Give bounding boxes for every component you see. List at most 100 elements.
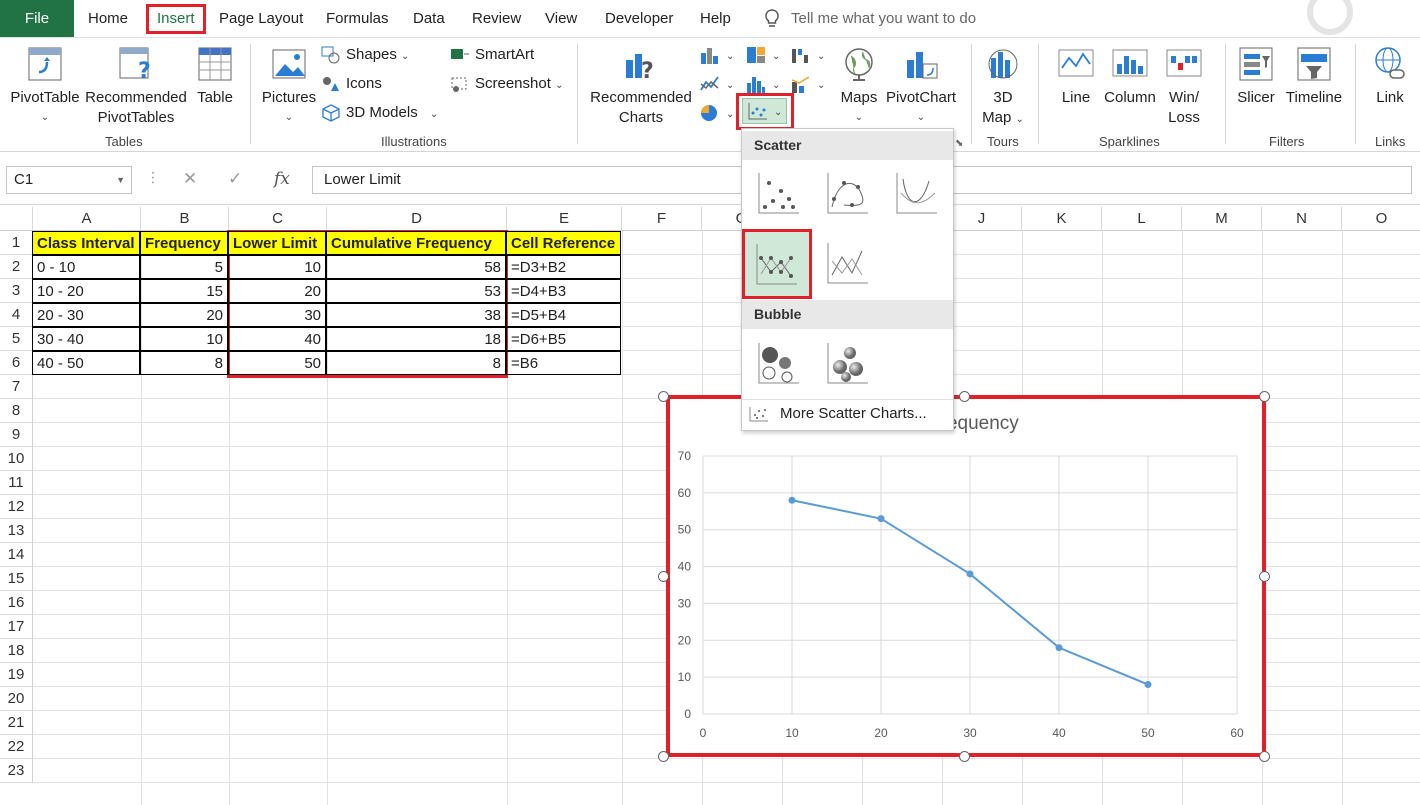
row-header-3[interactable]: 3 [0,279,33,303]
row-header-8[interactable]: 8 [0,399,33,423]
maps-button[interactable]: Maps ⌄ [838,46,880,128]
chevron-down-icon[interactable]: ▼ [116,167,125,193]
row-header-22[interactable]: 22 [0,735,33,759]
column-header-c[interactable]: C [229,207,327,231]
more-options-icon[interactable]: ⋮ [146,169,160,186]
row-header-15[interactable]: 15 [0,567,33,591]
resize-handle[interactable] [1259,751,1270,762]
smartart-button[interactable]: SmartArt [450,44,534,66]
icons-button[interactable]: Icons [321,73,382,95]
pivottable-button[interactable]: PivotTable ⌄ [10,46,80,128]
recommended-pivottables-button[interactable]: ? Recommended PivotTables [84,46,188,128]
row-header-11[interactable]: 11 [0,471,33,495]
resize-handle[interactable] [658,751,669,762]
column-header-o[interactable]: O [1342,207,1420,231]
cell-e4[interactable]: =D5+B4 [506,303,621,327]
resize-handle[interactable] [959,751,970,762]
row-header-23[interactable]: 23 [0,759,33,783]
row-header-16[interactable]: 16 [0,591,33,615]
row-header-21[interactable]: 21 [0,711,33,735]
dialog-launcher-icon[interactable]: ⬊ [955,138,963,149]
row-header-14[interactable]: 14 [0,543,33,567]
sparkline-line-button[interactable]: Line [1054,46,1098,108]
timeline-button[interactable]: Timeline [1282,46,1346,108]
table-button[interactable]: Table [193,46,237,108]
cell-c1[interactable]: Lower Limit [228,231,326,255]
cell-b4[interactable]: 20 [140,303,228,327]
column-chart-button[interactable]: ⌄ [699,44,734,66]
pictures-button[interactable]: Pictures ⌄ [260,46,318,128]
line-chart-button[interactable]: ⌄ [699,73,734,95]
row-header-4[interactable]: 4 [0,303,33,327]
cell-d6[interactable]: 8 [326,351,506,375]
cell-d5[interactable]: 18 [326,327,506,351]
cell-a4[interactable]: 20 - 30 [32,303,140,327]
row-header-20[interactable]: 20 [0,687,33,711]
cell-d1[interactable]: Cumulative Frequency [326,231,506,255]
tab-page-layout[interactable]: Page Layout [219,0,303,37]
row-header-17[interactable]: 17 [0,615,33,639]
tab-view[interactable]: View [545,0,577,37]
column-header-l[interactable]: L [1102,207,1182,231]
tab-home[interactable]: Home [88,0,128,37]
statistic-chart-button[interactable]: ⌄ [745,73,780,95]
cell-b2[interactable]: 5 [140,255,228,279]
cell-c5[interactable]: 40 [228,327,326,351]
hierarchy-chart-button[interactable]: ⌄ [745,44,780,66]
column-header-b[interactable]: B [141,207,229,231]
column-header-e[interactable]: E [507,207,622,231]
cell-a5[interactable]: 30 - 40 [32,327,140,351]
resize-handle[interactable] [658,571,669,582]
resize-handle[interactable] [959,391,970,402]
tab-help[interactable]: Help [700,0,731,37]
resize-handle[interactable] [1259,391,1270,402]
tab-review[interactable]: Review [472,0,521,37]
column-header-k[interactable]: K [1022,207,1102,231]
sparkline-winloss-button[interactable]: Win/ Loss [1162,46,1206,128]
cell-c6[interactable]: 50 [228,351,326,375]
tab-data[interactable]: Data [413,0,445,37]
scatter-straight-lines-icon[interactable] [824,239,872,287]
row-header-10[interactable]: 10 [0,447,33,471]
combo-chart-button[interactable]: ⌄ [790,73,825,95]
pivotchart-button[interactable]: PivotChart ⌄ [884,46,958,128]
tell-me-search[interactable]: Tell me what you want to do [763,0,976,37]
cell-d4[interactable]: 38 [326,303,506,327]
cell-e3[interactable]: =D4+B3 [506,279,621,303]
column-header-j[interactable]: J [942,207,1022,231]
row-header-6[interactable]: 6 [0,351,33,375]
column-header-n[interactable]: N [1262,207,1342,231]
3d-map-button[interactable]: 3D Map ⌄ [978,46,1028,130]
row-header-18[interactable]: 18 [0,639,33,663]
cell-a6[interactable]: 40 - 50 [32,351,140,375]
cell-a1[interactable]: Class Interval [32,231,140,255]
cell-d3[interactable]: 53 [326,279,506,303]
recommended-charts-button[interactable]: ? Recommended Charts [588,46,694,128]
cell-a2[interactable]: 0 - 10 [32,255,140,279]
cell-e1[interactable]: Cell Reference [506,231,621,255]
tab-insert[interactable]: Insert [146,4,206,34]
resize-handle[interactable] [658,391,669,402]
shapes-button[interactable]: Shapes ⌄ [321,44,409,66]
bubble-icon[interactable] [755,339,803,387]
3d-models-button[interactable]: 3D Models ⌄ [321,102,438,124]
row-header-7[interactable]: 7 [0,375,33,399]
tab-formulas[interactable]: Formulas [326,0,389,37]
scatter-smooth-lines-icon[interactable] [893,169,941,217]
cell-c4[interactable]: 30 [228,303,326,327]
sparkline-column-button[interactable]: Column [1102,46,1158,108]
tab-file[interactable]: File [0,0,74,37]
row-header-12[interactable]: 12 [0,495,33,519]
cell-e2[interactable]: =D3+B2 [506,255,621,279]
link-button[interactable]: Link [1366,46,1414,108]
pie-chart-button[interactable]: ⌄ [699,102,734,124]
waterfall-chart-button[interactable]: ⌄ [790,44,825,66]
column-header-m[interactable]: M [1182,207,1262,231]
row-header-19[interactable]: 19 [0,663,33,687]
tab-developer[interactable]: Developer [605,0,673,37]
cell-b3[interactable]: 15 [140,279,228,303]
cell-b5[interactable]: 10 [140,327,228,351]
cell-b6[interactable]: 8 [140,351,228,375]
row-header-5[interactable]: 5 [0,327,33,351]
screenshot-button[interactable]: Screenshot ⌄ [450,73,563,95]
